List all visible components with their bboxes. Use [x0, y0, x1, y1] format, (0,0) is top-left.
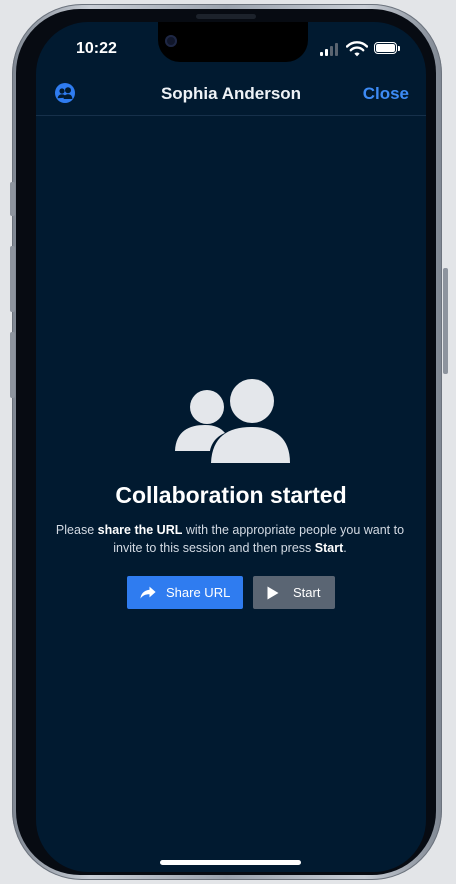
- notch: [158, 22, 308, 62]
- share-arrow-icon: [140, 586, 156, 599]
- battery-tip: [398, 46, 400, 51]
- wifi-icon: [346, 41, 368, 57]
- phone-side-button-volume-down: [10, 332, 15, 398]
- speaker-grille: [196, 14, 256, 19]
- app-header: Sophia Anderson Close: [36, 70, 426, 116]
- home-indicator[interactable]: [160, 860, 301, 865]
- status-time: 10:22: [76, 40, 117, 57]
- header-title: Sophia Anderson: [160, 84, 302, 103]
- people-icon: [175, 379, 290, 463]
- play-icon: [267, 586, 279, 599]
- close-button[interactable]: Close: [363, 84, 409, 104]
- message-bold-start: Start: [314, 541, 344, 555]
- message-bold-share-url: share the URL: [97, 523, 183, 537]
- start-label: Start: [293, 585, 321, 600]
- battery-icon: [374, 42, 397, 54]
- share-url-button[interactable]: Share URL: [127, 576, 243, 609]
- collaboration-heading: Collaboration started: [115, 482, 347, 508]
- collaboration-icon[interactable]: [54, 82, 76, 104]
- phone-side-button-silent: [10, 182, 15, 216]
- signal-icon: [320, 42, 340, 56]
- camera: [165, 35, 177, 47]
- message-text: Please: [55, 523, 98, 537]
- phone-side-button-power: [443, 268, 448, 374]
- instruction-message: Please share the URL with the appropriat…: [52, 521, 408, 557]
- message-text: .: [343, 541, 347, 555]
- header-divider: [36, 115, 426, 116]
- share-url-label: Share URL: [166, 585, 231, 600]
- start-button[interactable]: Start: [253, 576, 335, 609]
- phone-side-button-volume-up: [10, 246, 15, 312]
